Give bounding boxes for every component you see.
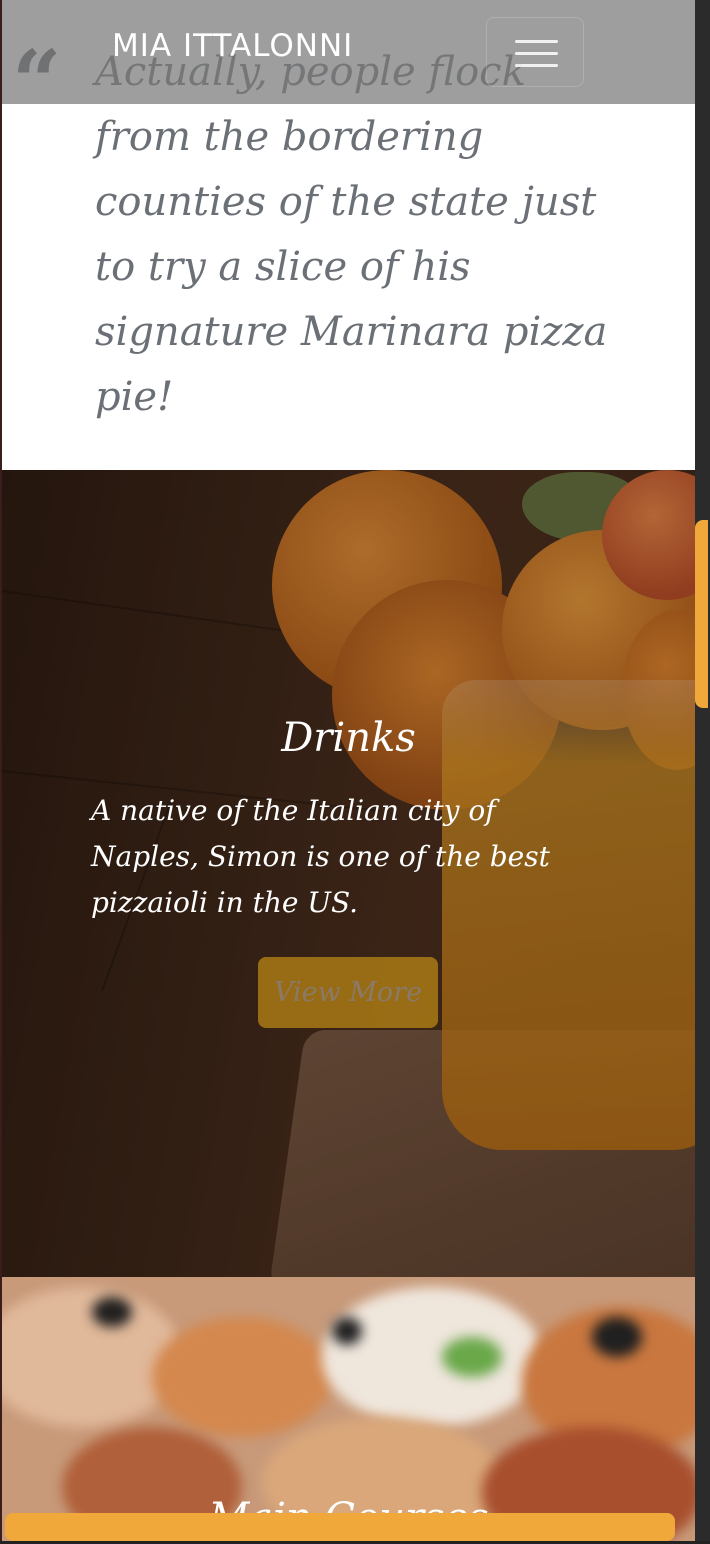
hamburger-menu-icon xyxy=(515,52,558,55)
drinks-section: Drinks A native of the Italian city of N… xyxy=(2,470,695,1277)
horizontal-scrollbar-thumb[interactable] xyxy=(5,1513,675,1541)
olive-image xyxy=(592,1317,642,1357)
section-description: A native of the Italian city of Naples, … xyxy=(91,794,550,919)
scrollbar-thumb[interactable] xyxy=(695,520,708,708)
pizza-image xyxy=(322,1287,542,1427)
olive-image xyxy=(332,1317,362,1345)
hamburger-menu-icon xyxy=(515,40,558,43)
section-title: Drinks xyxy=(281,715,416,761)
pepper-image xyxy=(442,1337,502,1377)
main-courses-section: Main Courses xyxy=(2,1277,695,1544)
hamburger-menu-icon xyxy=(515,64,558,67)
pizza-image xyxy=(152,1317,332,1437)
scrollbar-track[interactable] xyxy=(695,0,710,1544)
navbar: MIA ITTALONNI xyxy=(2,0,695,104)
brand-logo[interactable]: MIA ITTALONNI xyxy=(112,28,353,64)
page: “ Actually, people flock from the border… xyxy=(2,0,695,1544)
olive-image xyxy=(92,1297,132,1327)
view-more-button[interactable]: View More xyxy=(258,957,438,1028)
menu-toggle-button[interactable] xyxy=(486,17,584,87)
